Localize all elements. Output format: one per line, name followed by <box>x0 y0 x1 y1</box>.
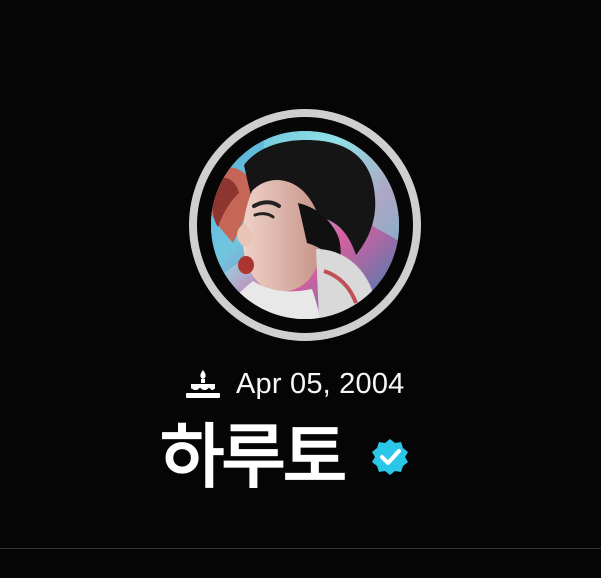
profile-photo <box>211 131 399 319</box>
name-row: 하루토 <box>160 412 460 502</box>
cake-icon <box>184 369 222 399</box>
profile-header: Apr 05, 2004 하루토 <box>0 0 601 578</box>
profile-name: 하루토 <box>160 416 347 498</box>
birthday-row: Apr 05, 2004 <box>184 366 444 402</box>
avatar-ring[interactable] <box>189 109 421 341</box>
birthday-date: Apr 05, 2004 <box>236 367 405 400</box>
avatar <box>211 131 399 319</box>
avatar-inner-border <box>197 117 413 333</box>
bottom-divider <box>0 548 601 549</box>
verified-badge-icon[interactable] <box>370 437 410 477</box>
